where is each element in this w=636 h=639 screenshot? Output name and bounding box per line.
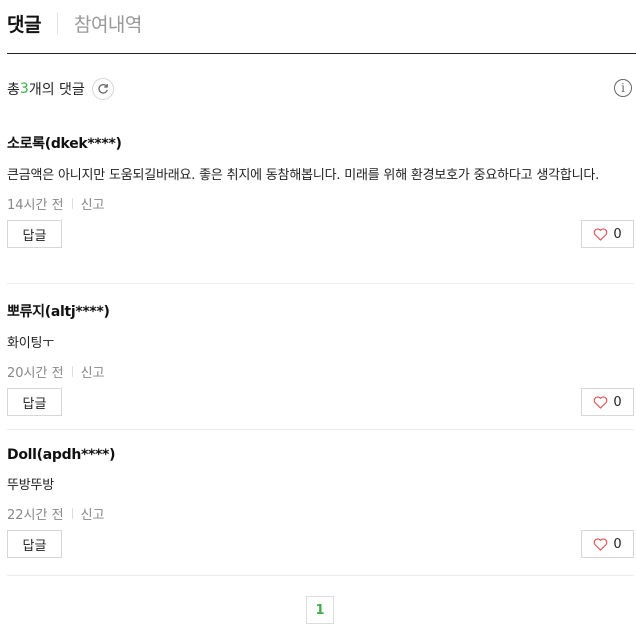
comment-summary: 총 3 개의 댓글	[7, 77, 114, 101]
header-rule	[7, 53, 636, 54]
comment-author: Doll(apdh****)	[7, 447, 116, 463]
reply-button[interactable]: 답글	[7, 388, 62, 416]
comment-actions: 답글 0	[7, 220, 634, 248]
comment-author: 뽀류지(altj****)	[7, 304, 110, 320]
reply-button[interactable]: 답글	[7, 220, 62, 248]
tab-comments[interactable]: 댓글	[7, 10, 41, 37]
like-button[interactable]: 0	[581, 220, 634, 248]
meta-divider	[71, 507, 73, 519]
meta-divider	[71, 197, 73, 209]
comment-time: 22시간 전	[7, 507, 64, 523]
info-button[interactable]: i	[614, 79, 632, 97]
like-button[interactable]: 0	[581, 388, 634, 416]
summary-prefix: 총	[7, 82, 20, 98]
comment-meta: 14시간 전 신고	[7, 193, 634, 213]
pagination-current-page[interactable]: 1	[306, 596, 334, 624]
comment-actions: 답글 0	[7, 388, 634, 416]
like-count: 0	[613, 226, 622, 242]
like-button[interactable]: 0	[581, 530, 634, 558]
comment-text: 뚜방뚜방	[7, 478, 55, 493]
like-count: 0	[613, 394, 622, 410]
comment-count: 3	[19, 81, 29, 97]
tab-participation[interactable]: 참여내역	[74, 10, 142, 37]
comment-time: 20시간 전	[7, 365, 64, 381]
comment-meta: 22시간 전 신고	[7, 503, 634, 523]
like-count: 0	[613, 536, 622, 552]
refresh-button[interactable]	[91, 78, 114, 100]
meta-divider	[71, 365, 73, 377]
report-link[interactable]: 신고	[81, 504, 105, 523]
tab-divider	[56, 12, 58, 34]
comment-item: 소로록(dkek****) 큰금액은 아니지만 도움되길바래요. 좋은 취지에 …	[7, 133, 634, 248]
comment-tabs: 댓글 참여내역	[7, 8, 142, 38]
comment-meta: 20시간 전 신고	[7, 361, 634, 381]
comment-divider	[7, 575, 634, 576]
comment-actions: 답글 0	[7, 530, 634, 558]
heart-icon	[594, 537, 608, 551]
heart-icon	[594, 227, 608, 241]
summary-suffix: 개의 댓글	[28, 82, 85, 98]
comment-author: 소로록(dkek****)	[7, 136, 122, 152]
reply-button[interactable]: 답글	[7, 530, 62, 558]
refresh-icon	[98, 84, 108, 94]
comment-time: 14시간 전	[7, 197, 64, 213]
comment-item: 뽀류지(altj****) 화이팅ㅜ 20시간 전 신고 답글 0	[7, 301, 634, 416]
report-link[interactable]: 신고	[81, 194, 105, 213]
comment-item: Doll(apdh****) 뚜방뚜방 22시간 전 신고 답글 0	[7, 447, 634, 558]
comment-text: 큰금액은 아니지만 도움되길바래요. 좋은 취지에 동참해봅니다. 미래를 위해…	[7, 168, 600, 183]
heart-icon	[594, 395, 608, 409]
info-icon: i	[621, 81, 625, 95]
comment-divider	[7, 283, 634, 284]
report-link[interactable]: 신고	[81, 362, 105, 381]
comment-divider	[7, 429, 634, 430]
comment-text: 화이팅ㅜ	[7, 336, 55, 351]
